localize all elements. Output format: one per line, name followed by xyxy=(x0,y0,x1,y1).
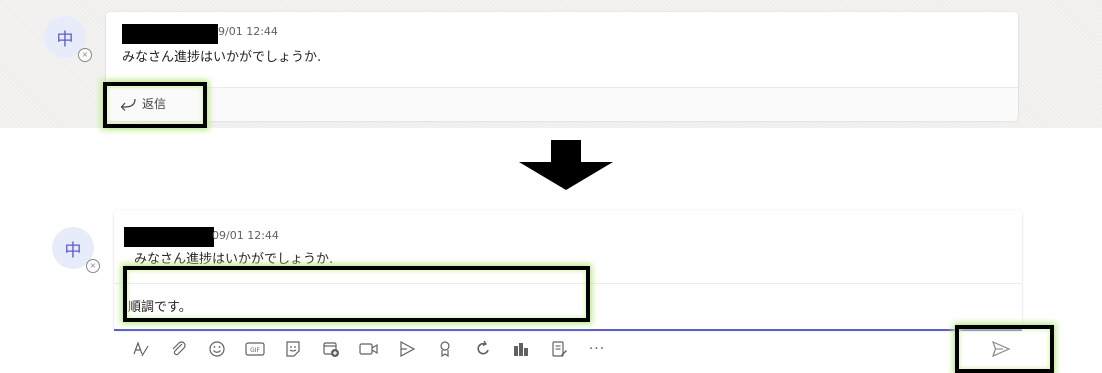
redacted-author xyxy=(122,24,218,44)
stream-icon[interactable] xyxy=(396,338,418,360)
redacted-author xyxy=(124,227,214,247)
message-text: みなさん進捗はいかがでしょうか. xyxy=(122,50,322,65)
message-timestamp: 9/01 12:44 xyxy=(218,25,278,38)
video-icon[interactable] xyxy=(358,338,380,360)
more-options-icon[interactable]: ··· xyxy=(586,338,608,360)
attach-icon[interactable] xyxy=(168,338,190,360)
reply-row: 返信 xyxy=(106,87,1018,121)
highlight-reply-input xyxy=(123,266,590,322)
message-timestamp: 09/01 12:44 xyxy=(212,229,279,242)
avatar[interactable]: 中 × xyxy=(44,16,92,62)
apps-icon[interactable] xyxy=(510,338,532,360)
loop-icon[interactable] xyxy=(472,338,494,360)
emoji-icon[interactable] xyxy=(206,338,228,360)
down-arrow-icon xyxy=(519,140,613,190)
avatar-initial: 中 xyxy=(64,240,82,261)
highlight-reply-button xyxy=(103,82,207,128)
gif-icon[interactable]: GIF xyxy=(244,338,266,360)
format-icon[interactable] xyxy=(130,338,152,360)
message-text: みなさん進捗はいかがでしょうか. xyxy=(134,252,334,267)
status-unknown-icon: × xyxy=(86,259,100,273)
praise-icon[interactable] xyxy=(434,338,456,360)
meet-now-icon[interactable] xyxy=(320,338,342,360)
svg-text:GIF: GIF xyxy=(250,347,260,354)
highlight-send-button xyxy=(955,325,1054,373)
avatar-initial: 中 xyxy=(56,29,74,50)
avatar[interactable]: 中 × xyxy=(52,227,100,273)
status-unknown-icon: × xyxy=(78,48,92,62)
message-card[interactable]: 9/01 12:44 みなさん進捗はいかがでしょうか. 返信 xyxy=(106,12,1018,121)
forms-icon[interactable] xyxy=(548,338,570,360)
sticker-icon[interactable] xyxy=(282,338,304,360)
more-options-label: ··· xyxy=(588,341,606,357)
